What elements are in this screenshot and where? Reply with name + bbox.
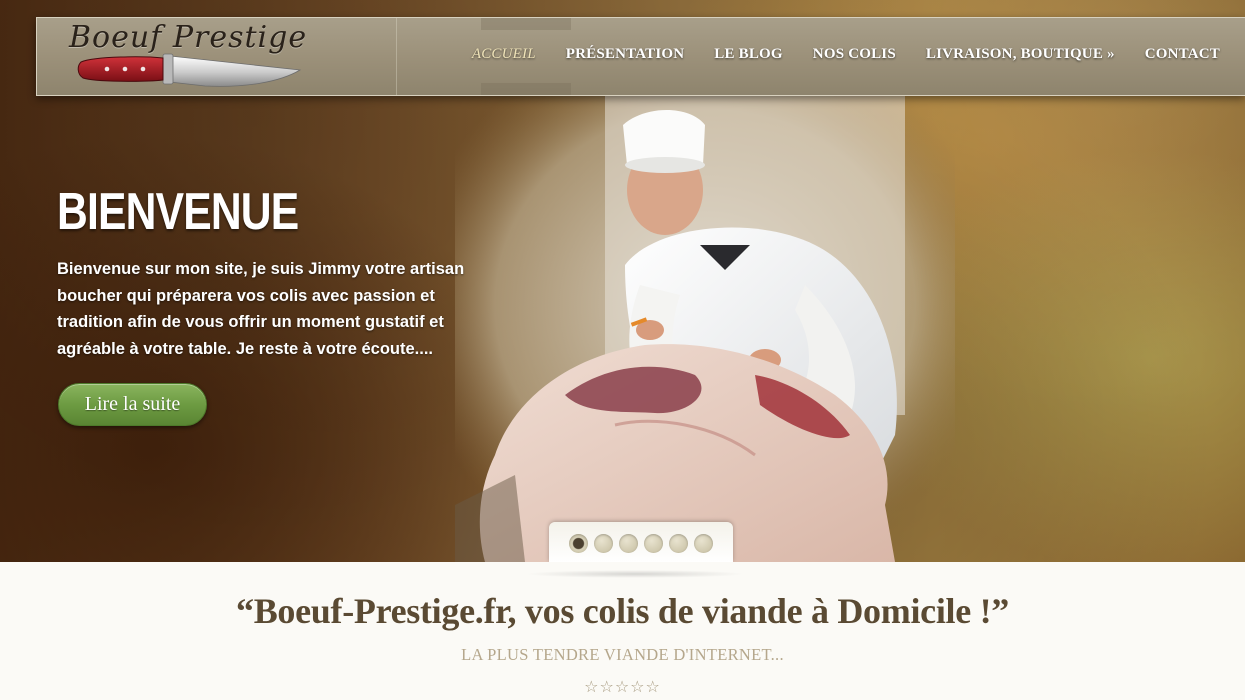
nav-item-livraison-boutique[interactable]: LIVRAISON, BOUTIQUE » (911, 46, 1130, 63)
nav-item-presentation[interactable]: PRÉSENTATION (551, 46, 700, 63)
tagline-headline: “Boeuf-Prestige.fr, vos colis de viande … (236, 591, 1009, 631)
chef-knife-logo-icon (77, 53, 302, 87)
slider-dot-3[interactable] (619, 533, 638, 553)
nav-active-indicator-bottom (481, 83, 571, 95)
slider-pagination (549, 522, 733, 562)
read-more-button[interactable]: Lire la suite (58, 383, 207, 426)
slider-dot-1[interactable] (569, 533, 588, 553)
slider-dot-5[interactable] (669, 533, 688, 553)
main-navigation: ACCUEIL PRÉSENTATION LE BLOG NOS COLIS L… (457, 46, 1235, 63)
tagline-subheadline: LA PLUS TENDRE VIANDE D'INTERNET... (461, 645, 784, 664)
site-logo[interactable]: Boeuf Prestige (37, 18, 397, 95)
star-rating[interactable]: ☆☆☆☆☆ (0, 677, 1245, 696)
hero-title: BIENVENUE (57, 183, 299, 241)
section-divider-shadow (525, 570, 745, 578)
slider-dot-6[interactable] (694, 533, 713, 553)
nav-item-nos-colis[interactable]: NOS COLIS (798, 46, 911, 63)
butcher-photo (455, 95, 955, 562)
nav-item-le-blog[interactable]: LE BLOG (699, 46, 798, 63)
nav-active-indicator-top (481, 18, 571, 30)
slider-dot-4[interactable] (644, 533, 663, 553)
site-header: Boeuf Prestige ACCUEIL PRÉSENTATION LE B… (36, 17, 1245, 96)
nav-item-contact[interactable]: CONTACT (1130, 46, 1235, 63)
slider-dot-2[interactable] (594, 533, 613, 553)
hero-body-text: Bienvenue sur mon site, je suis Jimmy vo… (57, 260, 465, 358)
nav-item-accueil[interactable]: ACCUEIL (457, 46, 551, 63)
